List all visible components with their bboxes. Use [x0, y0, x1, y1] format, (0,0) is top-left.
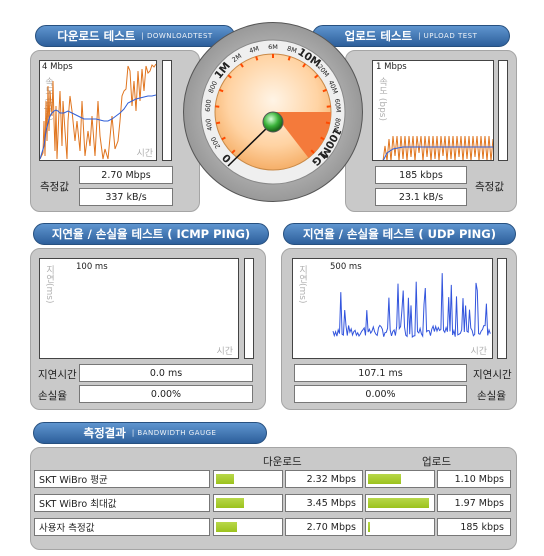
upload-value: 185 kbps	[437, 518, 511, 536]
upload-speed-kbs: 23.1 kB/s	[375, 188, 467, 206]
download-bar-box	[213, 518, 283, 536]
result-row-name: 사용자 측정값	[34, 518, 210, 536]
gauge-scale-label: 60M	[333, 98, 342, 113]
gauge-scale-label: 6M	[268, 43, 278, 51]
gauge-tick	[255, 56, 259, 61]
gauge-scale-label: 600	[204, 99, 213, 112]
results-upload-header: 업로드	[422, 456, 451, 468]
download-level-fill	[216, 474, 234, 484]
upload-bar-box	[365, 470, 435, 488]
icmp-latency-label: 지연시간	[38, 369, 77, 381]
udp-latency-value: 107.1 ms	[294, 364, 467, 382]
icmp-scale: 100 ms	[76, 262, 108, 272]
gauge-tick	[322, 88, 327, 93]
gauge-tick	[215, 121, 221, 125]
udp-graph: 500 ms 지연(ms) 시간	[292, 258, 493, 359]
download-result-label: 측정값	[40, 181, 69, 193]
gauge-tick	[219, 88, 224, 93]
upload-bar-box	[365, 494, 435, 512]
download-value: 2.32 Mbps	[285, 470, 363, 488]
gauge-tick	[287, 56, 291, 61]
icmp-loss-label: 손실율	[38, 390, 67, 402]
result-row-name: SKT WiBro 최대값	[34, 494, 210, 512]
results-tab-title: 측정결과	[83, 426, 126, 440]
upload-speed-kbps: 185 kbps	[375, 166, 467, 184]
icmp-xlabel: 시간	[216, 347, 233, 357]
gauge-tick	[325, 121, 331, 125]
upload-bar-box	[365, 518, 435, 536]
icmp-ping-tab[interactable]: 지연율 / 손실율 테스트 ( ICMP PING)	[33, 223, 269, 245]
icmp-tab-title: 지연율 / 손실율 테스트 ( ICMP PING)	[51, 227, 251, 241]
upload-level-fill	[368, 474, 402, 484]
download-level-fill	[216, 522, 238, 532]
download-graph: 4 Mbps 속도 (bps) 시간	[39, 60, 157, 161]
upload-graph: 1 Mbps 속도 (bps)	[372, 60, 494, 161]
download-bar-box	[213, 494, 283, 512]
speed-gauge-face: 02004006008001M2M4M 6M 8M10M20M40M60M80M10…	[200, 39, 346, 185]
upload-level-fill	[368, 498, 430, 508]
udp-ping-tab[interactable]: 지연율 / 손실율 테스트 ( UDP PING)	[283, 223, 516, 245]
download-value: 2.70 Mbps	[285, 518, 363, 536]
udp-level-bar	[497, 258, 507, 359]
icmp-latency-value: 0.0 ms	[79, 364, 253, 382]
gauge-center-cap	[262, 111, 284, 133]
upload-value: 1.97 Mbps	[437, 494, 511, 512]
udp-tab-title: 지연율 / 손실율 테스트 ( UDP PING)	[302, 227, 497, 241]
icmp-loss-value: 0.00%	[79, 385, 253, 403]
results-tab-sub: | BANDWIDTH GAUGE	[131, 429, 217, 437]
upload-value: 1.10 Mbps	[437, 470, 511, 488]
upload-tab-sub: | UPLOAD TEST	[418, 32, 478, 40]
udp-latency-label: 지연시간	[473, 369, 512, 381]
upload-chart	[382, 135, 493, 160]
download-value: 3.45 Mbps	[285, 494, 363, 512]
icmp-graph: 100 ms 지연(ms) 시간	[39, 258, 239, 359]
udp-latency-line	[332, 273, 491, 338]
upload-speed-line	[382, 135, 493, 160]
download-level-fill	[216, 498, 244, 508]
download-chart	[40, 63, 156, 160]
results-tab[interactable]: 측정결과 | BANDWIDTH GAUGE	[33, 422, 267, 444]
download-speed-mbps: 2.70 Mbps	[79, 166, 173, 184]
icmp-ylabel: 지연(ms)	[44, 265, 54, 304]
upload-level-bar	[498, 60, 508, 161]
upload-result-label: 측정값	[475, 181, 504, 193]
results-download-header: 다운로드	[263, 456, 302, 468]
download-tab-title: 다운로드 테스트	[57, 29, 136, 43]
download-bar-box	[213, 470, 283, 488]
result-row-name: SKT WiBro 평균	[34, 470, 210, 488]
download-speed-line	[40, 63, 156, 160]
download-level-bar	[162, 60, 172, 161]
download-speed-kbs: 337 kB/s	[79, 188, 173, 206]
udp-loss-value: 0.00%	[294, 385, 467, 403]
icmp-level-bar	[244, 258, 254, 359]
udp-chart	[332, 273, 491, 338]
udp-loss-label: 손실율	[477, 390, 506, 402]
upload-level-fill	[368, 522, 371, 532]
